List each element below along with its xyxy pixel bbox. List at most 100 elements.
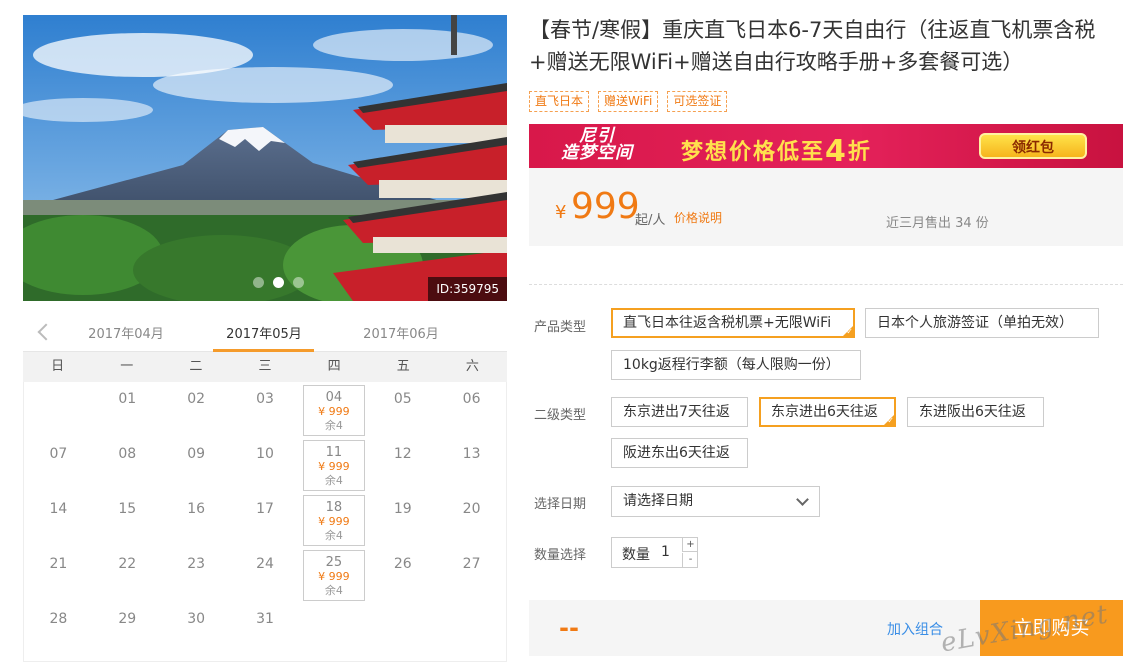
calendar-day: 30 [187, 611, 206, 627]
calendar-day: 22 [118, 556, 137, 572]
option-sub-type[interactable]: 东京进出7天往返 [611, 397, 748, 427]
day-number: 04 [325, 390, 343, 405]
calendar-row: 21 22 23 24 25 ¥ 999 余4 26 27 [24, 547, 506, 602]
banner-logo: 尼引 造梦空间 [561, 126, 633, 163]
calendar-day-available[interactable]: 11 ¥ 999 余4 [299, 437, 368, 492]
calendar-day: 16 [187, 501, 206, 517]
calendar-grid: 01 02 03 04 ¥ 999 余4 05 06 07 08 09 10 11 ¥ 999 余4 12 13… [23, 382, 507, 662]
weekday-label: 日 [51, 359, 65, 374]
chevron-left-icon[interactable] [33, 321, 55, 343]
day-stock: 余4 [324, 529, 343, 542]
price-unit: 起/人 [635, 213, 666, 228]
calendar-day: 14 [49, 501, 68, 517]
divider [529, 284, 1123, 285]
option-sub-type[interactable]: 东进阪出6天往返 [907, 397, 1044, 427]
calendar-day [437, 602, 506, 657]
carousel-dot[interactable] [293, 277, 304, 288]
hero-image[interactable]: ID:359795 [23, 15, 507, 301]
day-stock: 余4 [324, 584, 343, 597]
carousel-dot[interactable] [253, 277, 264, 288]
option-product-type[interactable]: 直飞日本往返含税机票+无限WiFi ✓ [611, 308, 855, 338]
calendar-day: 27 [462, 556, 481, 572]
day-option-box[interactable]: 25 ¥ 999 余4 [302, 550, 365, 601]
calendar-row: 14 15 16 17 18 ¥ 999 余4 19 20 [24, 492, 506, 547]
buy-now-button[interactable]: 立即购买 [980, 600, 1123, 656]
day-price: ¥ 999 [318, 405, 350, 418]
calendar-day: 01 [118, 391, 137, 407]
calendar-day [24, 382, 93, 437]
day-price: ¥ 999 [318, 515, 350, 528]
sub-type-label: 二级类型 [534, 408, 587, 423]
calendar-day: 17 [256, 501, 274, 517]
active-month-indicator [213, 349, 314, 352]
quantity-inner-label: 数量 [622, 547, 650, 563]
chevron-down-icon [796, 493, 809, 506]
day-price: ¥ 999 [318, 460, 350, 473]
calendar-day-available[interactable]: 18 ¥ 999 余4 [299, 492, 368, 547]
day-option-box[interactable]: 18 ¥ 999 余4 [302, 495, 365, 546]
calendar-day [299, 602, 368, 657]
day-option-box[interactable]: 11 ¥ 999 余4 [302, 440, 365, 491]
day-stock: 余4 [324, 419, 343, 432]
carousel-dot[interactable] [273, 277, 284, 288]
calendar-row: 28 29 30 31 [24, 602, 506, 657]
product-tag: 赠送WiFi [598, 91, 659, 112]
calendar-day: 21 [49, 556, 68, 572]
day-option-box[interactable]: 04 ¥ 999 余4 [302, 385, 365, 436]
calendar-month-tab[interactable]: 2017年06月 [351, 323, 451, 342]
calendar-day: 24 [256, 556, 274, 572]
price-explain-link[interactable]: 价格说明 [674, 209, 722, 226]
calendar-day: 29 [118, 611, 137, 627]
buy-bar: -- 加入组合 立即购买 [529, 600, 1123, 656]
calendar-day: 07 [49, 446, 68, 462]
price-value: 999 [571, 186, 640, 227]
product-tags: 直飞日本 赠送WiFi 可选签证 [529, 91, 728, 112]
option-product-type[interactable]: 10kg返程行李额（每人限购一份） [611, 350, 861, 380]
calendar-day: 20 [462, 501, 481, 517]
calendar-day: 26 [393, 556, 412, 572]
calendar-day [368, 602, 437, 657]
day-stock: 余4 [324, 474, 343, 487]
weekday-label: 五 [396, 359, 410, 374]
calendar-day: 02 [187, 391, 206, 407]
calendar-day: 19 [393, 501, 412, 517]
add-combo-link[interactable]: 加入组合 [887, 619, 943, 639]
calendar-day: 10 [256, 446, 274, 462]
product-tag: 直飞日本 [529, 91, 590, 112]
calendar-row: 01 02 03 04 ¥ 999 余4 05 06 [24, 382, 506, 437]
day-number: 25 [325, 555, 343, 570]
quantity-stepper[interactable]: 数量 1 + - [611, 537, 698, 568]
calendar-day: 03 [256, 391, 274, 407]
calendar-month-tab[interactable]: 2017年04月 [76, 323, 176, 342]
calendar-day: 09 [187, 446, 206, 462]
option-sub-type[interactable]: 东京进出6天往返 ✓ [759, 397, 896, 427]
quantity-value[interactable]: 1 [661, 544, 670, 560]
date-calendar: 2017年04月 2017年05月 2017年06月 日一二三四五六 01 02 0… [23, 312, 507, 662]
calendar-day: 05 [393, 391, 412, 407]
currency-symbol: ¥ [555, 202, 567, 223]
weekday-label: 四 [327, 359, 341, 374]
date-select[interactable]: 请选择日期 [611, 486, 820, 517]
calendar-row: 07 08 09 10 11 ¥ 999 余4 12 13 [24, 437, 506, 492]
calendar-day-available[interactable]: 25 ¥ 999 余4 [299, 547, 368, 602]
hero-photo [23, 15, 507, 301]
image-id-badge: ID:359795 [428, 277, 507, 301]
quantity-increase-button[interactable]: + [682, 538, 698, 552]
calendar-day: 08 [118, 446, 137, 462]
carousel-dots [253, 277, 304, 288]
calendar-day: 12 [393, 446, 412, 462]
calendar-month-nav: 2017年04月 2017年05月 2017年06月 [23, 312, 507, 352]
option-sub-type[interactable]: 阪进东出6天往返 [611, 438, 748, 468]
calendar-day-available[interactable]: 04 ¥ 999 余4 [299, 382, 368, 437]
calendar-day: 23 [187, 556, 206, 572]
weekday-label: 二 [189, 359, 203, 374]
quantity-label: 数量选择 [534, 548, 587, 563]
promo-banner[interactable]: 尼引 造梦空间 梦想价格低至4折 领红包 [529, 124, 1123, 168]
calendar-weekday-header: 日一二三四五六 [23, 352, 507, 382]
calendar-month-tab-active[interactable]: 2017年05月 [214, 323, 314, 342]
quantity-decrease-button[interactable]: - [682, 553, 698, 567]
calendar-day: 15 [118, 501, 137, 517]
calendar-day: 31 [256, 611, 274, 627]
get-red-packet-button[interactable]: 领红包 [979, 133, 1087, 159]
option-product-type[interactable]: 日本个人旅游签证（单拍无效） [865, 308, 1099, 338]
